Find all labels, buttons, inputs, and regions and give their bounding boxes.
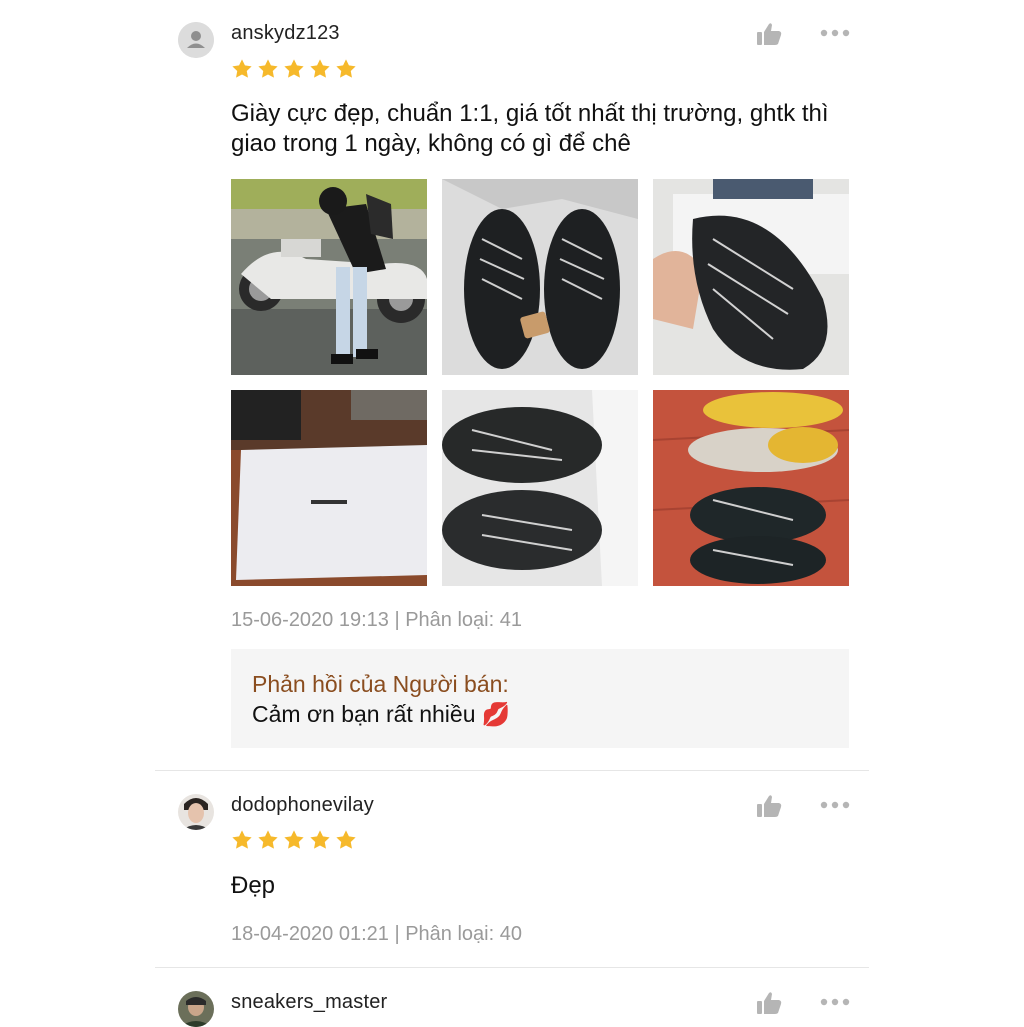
avatar-photo: [178, 794, 214, 830]
seller-reply-title: Phản hồi của Người bán:: [252, 671, 509, 697]
rating-stars: [231, 58, 357, 80]
thumbs-up-icon[interactable]: [756, 22, 782, 46]
review-item: dodophonevilay Đẹp 18-04-2020 01:21 | Ph…: [0, 770, 1024, 966]
star-icon: [284, 59, 304, 78]
rating-stars: [231, 829, 357, 851]
avatar[interactable]: [178, 991, 214, 1027]
review-comment: Đẹp: [231, 872, 276, 899]
review-username[interactable]: dodophonevilay: [231, 794, 374, 817]
star-icon: [232, 59, 252, 78]
review-item: sneakers_master: [0, 967, 1024, 1027]
seller-reply: Phản hồi của Người bán: Cảm ơn bạn rất n…: [231, 649, 849, 748]
review-photo-grid: [231, 179, 849, 586]
comment-line: giao trong 1 ngày, không có gì để chê: [231, 130, 631, 157]
seller-reply-text: Cảm ơn bạn rất nhiều 💋: [252, 701, 511, 727]
star-icon: [258, 830, 278, 849]
user-placeholder-icon: [178, 22, 214, 58]
star-icon: [284, 830, 304, 849]
more-dots-icon[interactable]: [820, 801, 850, 809]
avatar[interactable]: [178, 794, 214, 830]
review-photo[interactable]: [653, 390, 849, 586]
star-icon: [336, 830, 356, 849]
star-icon: [310, 830, 330, 849]
review-meta: 18-04-2020 01:21 | Phân loại: 40: [231, 923, 522, 945]
review-photo[interactable]: [442, 179, 638, 375]
star-icon: [258, 59, 278, 78]
thumbs-up-icon[interactable]: [756, 794, 782, 818]
review-photo[interactable]: [442, 390, 638, 586]
review-username[interactable]: sneakers_master: [231, 991, 387, 1014]
avatar-photo: [178, 991, 214, 1027]
review-item: anskydz123 Giày cực đẹp, chuẩn 1:1, giá …: [0, 0, 1024, 770]
star-icon: [310, 59, 330, 78]
review-photo[interactable]: [231, 179, 427, 375]
review-meta: 15-06-2020 19:13 | Phân loại: 41: [231, 609, 522, 631]
review-username[interactable]: anskydz123: [231, 22, 340, 45]
thumbs-up-icon[interactable]: [756, 991, 782, 1015]
review-photo[interactable]: [231, 390, 427, 586]
more-dots-icon[interactable]: [820, 998, 850, 1006]
review-photo[interactable]: [653, 179, 849, 375]
star-icon: [232, 830, 252, 849]
comment-line: Giày cực đẹp, chuẩn 1:1, giá tốt nhất th…: [231, 100, 829, 127]
avatar[interactable]: [178, 22, 214, 58]
review-comment: Giày cực đẹp, chuẩn 1:1, giá tốt nhất th…: [231, 99, 871, 159]
star-icon: [336, 59, 356, 78]
more-dots-icon[interactable]: [820, 29, 850, 37]
